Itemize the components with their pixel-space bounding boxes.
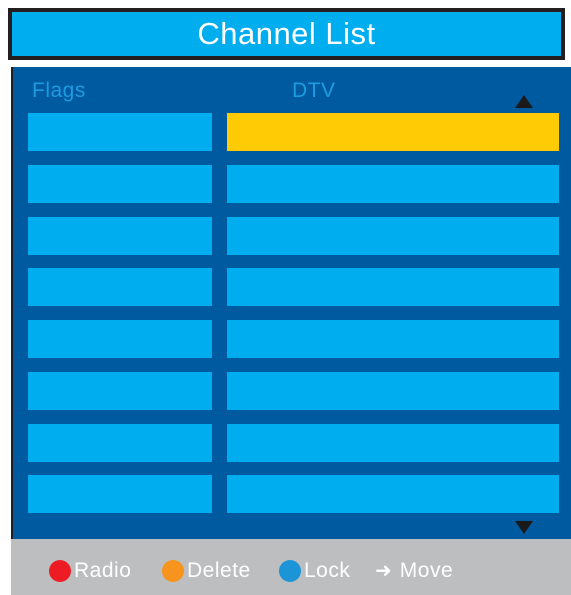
flag-cell [28, 372, 212, 410]
channel-row[interactable] [13, 424, 571, 462]
channel-name-cell[interactable] [227, 424, 559, 462]
channel-name-cell[interactable] [227, 268, 559, 306]
channel-row[interactable] [13, 165, 571, 203]
channel-name-cell[interactable] [227, 475, 559, 513]
title-bar: Channel List [8, 8, 565, 60]
page-title: Channel List [197, 16, 376, 51]
legend-move-label: Move [399, 559, 454, 582]
column-header-dtv: DTV [292, 79, 336, 102]
triangle-down-icon[interactable] [515, 521, 533, 534]
flag-cell [28, 424, 212, 462]
flag-cell [28, 165, 212, 203]
channel-row[interactable] [13, 113, 571, 151]
flag-cell [28, 320, 212, 358]
channel-row[interactable] [13, 268, 571, 306]
flag-cell [28, 217, 212, 255]
legend-delete-label: Delete [187, 559, 251, 582]
legend-move[interactable]: ➜ Move [375, 559, 454, 582]
channel-name-cell[interactable] [227, 165, 559, 203]
legend-delete[interactable]: Delete [162, 559, 251, 582]
channel-name-cell[interactable] [227, 320, 559, 358]
legend-lock-label: Lock [304, 559, 351, 582]
column-header-flags: Flags [32, 79, 86, 102]
flag-cell [28, 475, 212, 513]
channel-list-panel: Flags DTV [11, 67, 571, 539]
arrow-right-icon: ➜ [375, 560, 392, 582]
channel-row[interactable] [13, 320, 571, 358]
flag-cell [28, 113, 212, 151]
flag-cell [28, 268, 212, 306]
channel-name-cell-selected[interactable] [227, 113, 559, 151]
red-dot-icon [49, 560, 71, 582]
channel-name-cell[interactable] [227, 372, 559, 410]
legend-radio-label: Radio [74, 559, 132, 582]
channel-row[interactable] [13, 475, 571, 513]
channel-row[interactable] [13, 217, 571, 255]
legend-lock[interactable]: Lock [279, 559, 351, 582]
blue-dot-icon [279, 560, 301, 582]
channel-row[interactable] [13, 372, 571, 410]
legend-radio[interactable]: Radio [49, 559, 132, 582]
legend-bar: Radio Delete Lock ➜ Move [11, 539, 571, 595]
triangle-up-icon[interactable] [515, 95, 533, 108]
channel-name-cell[interactable] [227, 217, 559, 255]
orange-dot-icon [162, 560, 184, 582]
